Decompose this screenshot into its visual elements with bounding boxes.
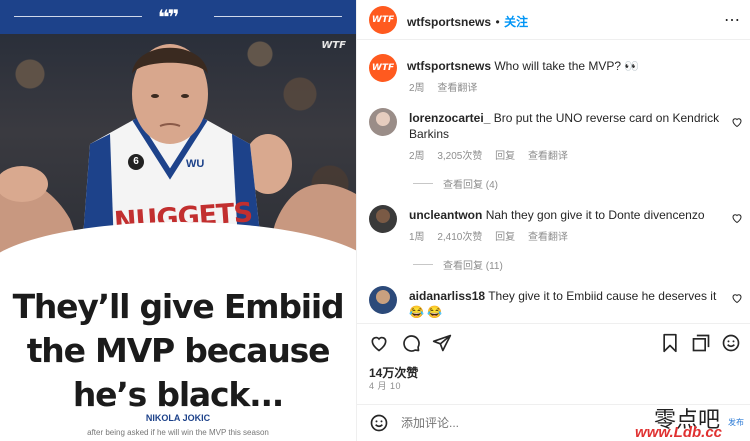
- action-bar: [357, 323, 750, 361]
- site-watermark-pub: 发布: [728, 418, 744, 427]
- quote-text: They’ll give Embiid the MVP because he’s…: [0, 285, 356, 417]
- like-heart-icon[interactable]: [731, 116, 743, 128]
- account-avatar[interactable]: WTF: [369, 6, 397, 34]
- comment-username[interactable]: aidanarliss18: [409, 289, 485, 303]
- like-heart-icon[interactable]: [731, 212, 743, 224]
- comment-input[interactable]: [401, 413, 621, 433]
- view-replies-button[interactable]: 查看回复 (11): [413, 257, 503, 272]
- caption-meta: 2周 查看翻译: [409, 79, 487, 94]
- reply-button[interactable]: 回复: [495, 151, 515, 162]
- caption-username[interactable]: wtfsportsnews: [407, 59, 491, 73]
- comment-avatar[interactable]: [369, 108, 397, 136]
- copy-icon[interactable]: [691, 333, 711, 353]
- view-replies-button[interactable]: 查看回复 (4): [413, 176, 498, 191]
- face-icon[interactable]: [721, 333, 741, 353]
- share-icon[interactable]: [432, 333, 452, 353]
- quote-author: NIKOLA JOKIC: [145, 413, 211, 423]
- bookmark-icon[interactable]: [661, 333, 679, 353]
- quote-line: the MVP because: [26, 331, 331, 370]
- comment-text: Nah they gon give it to Donte divencenzo: [485, 208, 705, 222]
- banner-line-right: [214, 16, 342, 17]
- replies-divider: [413, 264, 433, 265]
- post-date[interactable]: 4 月 10: [369, 379, 401, 392]
- view-replies-label: 查看回复 (4): [443, 180, 498, 191]
- post-header: WTF wtfsportsnews • 关注 ⋯: [357, 0, 750, 40]
- comment-meta: 1周 2,410次赞 回复 查看翻译: [409, 228, 578, 243]
- follow-button[interactable]: 关注: [504, 15, 528, 29]
- comment-age[interactable]: 1周: [409, 232, 425, 243]
- quote-line: he’s black...: [72, 375, 284, 414]
- comment-likes[interactable]: 3,205次赞: [437, 151, 482, 162]
- translate-button[interactable]: 查看翻译: [528, 232, 568, 243]
- jersey-sponsor: WU: [186, 158, 205, 170]
- comment-3: aidanarliss18 They give it to Embiid cau…: [409, 288, 729, 318]
- header-separator: •: [495, 15, 500, 29]
- post-image[interactable]: ❝❞ WTF NUGGETS 15 6: [0, 0, 356, 441]
- caption: wtfsportsnews Who will take the MVP? 👀: [407, 58, 737, 74]
- post-panel: WTF wtfsportsnews • 关注 ⋯ WTF wtfsportsne…: [356, 0, 750, 441]
- caption-translate[interactable]: 查看翻译: [437, 83, 477, 94]
- comment-meta: 2周 3,205次赞 回复 查看翻译: [409, 147, 578, 162]
- jersey-patch: 6: [128, 154, 144, 170]
- reply-button[interactable]: 回复: [495, 232, 515, 243]
- comment-avatar[interactable]: [369, 286, 397, 314]
- quote-line: They’ll give Embiid: [12, 287, 345, 326]
- wtf-watermark: WTF: [321, 40, 346, 51]
- quote-mark-icon: ❝❞: [158, 5, 180, 29]
- comment-username[interactable]: lorenzocartei_: [409, 111, 490, 125]
- caption-avatar[interactable]: WTF: [369, 54, 397, 82]
- like-icon[interactable]: [369, 333, 389, 353]
- caption-age[interactable]: 2周: [409, 83, 425, 94]
- like-heart-icon[interactable]: [731, 292, 743, 304]
- header-username[interactable]: wtfsportsnews: [407, 15, 491, 29]
- comment-age[interactable]: 2周: [409, 151, 425, 162]
- more-options-icon[interactable]: ⋯: [724, 10, 741, 30]
- quote-banner: ❝❞: [0, 0, 356, 34]
- banner-line-left: [14, 16, 142, 17]
- translate-button[interactable]: 查看翻译: [528, 151, 568, 162]
- comment-avatar[interactable]: [369, 205, 397, 233]
- comment-2: uncleantwon Nah they gon give it to Dont…: [409, 207, 729, 223]
- view-replies-label: 查看回复 (11): [443, 261, 503, 272]
- site-watermark: 零点吧 www.Ldb.cc 发布: [614, 402, 744, 441]
- quote-subtitle: after being asked if he will win the MVP…: [87, 428, 269, 437]
- comment-likes[interactable]: 2,410次赞: [437, 232, 482, 243]
- caption-text: Who will take the MVP? 👀: [494, 59, 640, 73]
- comment-1: lorenzocartei_ Bro put the UNO reverse c…: [409, 110, 729, 142]
- comment-username[interactable]: uncleantwon: [409, 208, 482, 222]
- replies-divider: [413, 183, 433, 184]
- site-watermark-en: www.Ldb.cc: [635, 424, 722, 441]
- emoji-icon[interactable]: [369, 413, 389, 433]
- comment-icon[interactable]: [401, 333, 421, 353]
